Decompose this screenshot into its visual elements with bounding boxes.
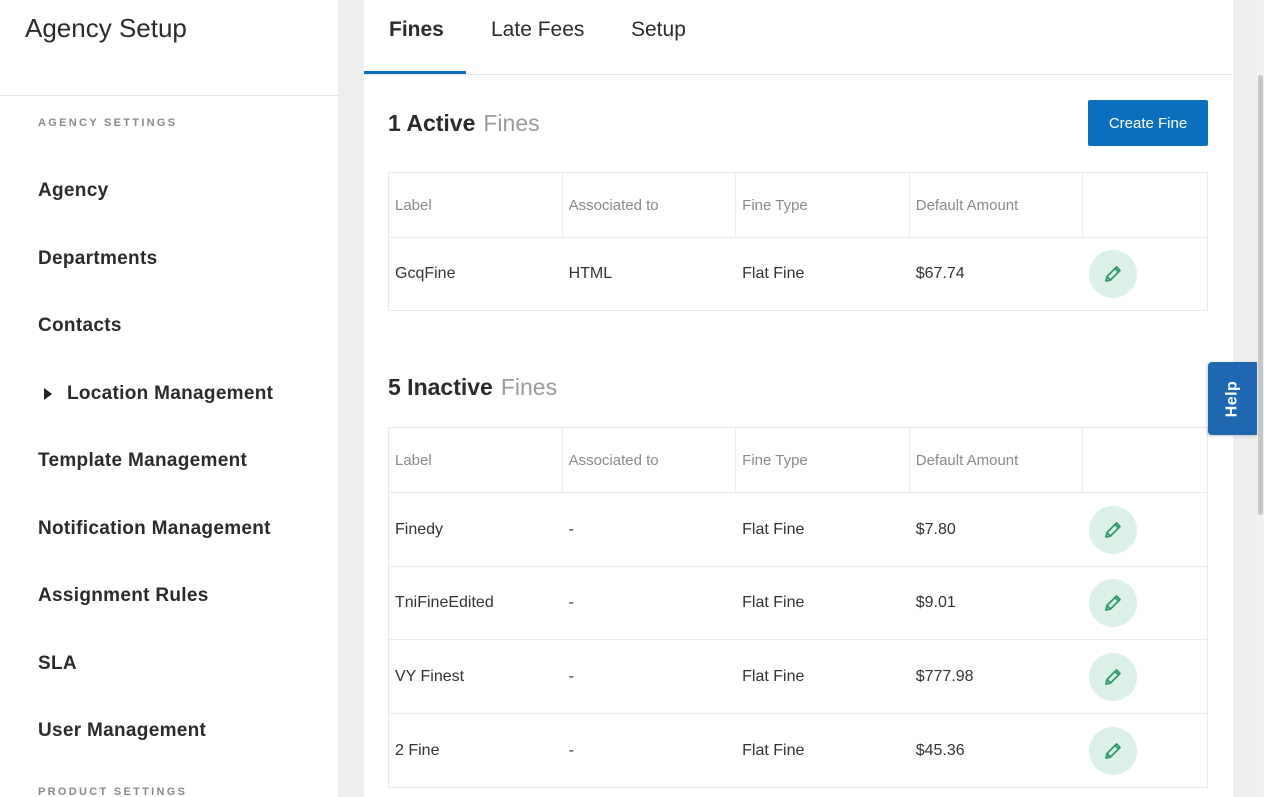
edit-button[interactable] — [1089, 505, 1138, 554]
cell-fine-type: Flat Fine — [742, 520, 805, 538]
cell-label: TniFineEdited — [395, 594, 494, 611]
sidebar-item-label: Location Management — [67, 383, 274, 404]
column-header-associated: Associated to — [563, 428, 737, 492]
column-header-label: Label — [389, 173, 563, 237]
page-scrollbar-thumb[interactable] — [1258, 75, 1263, 515]
cell-default-amount: $9.01 — [915, 594, 956, 611]
cell-fine-type: Flat Fine — [742, 741, 805, 759]
table-header-row: Label Associated to Fine Type Default Am… — [389, 173, 1207, 238]
cell-fine-type: Flat Fine — [742, 667, 805, 685]
column-header-label: Label — [389, 428, 563, 492]
cell-actions — [1083, 640, 1207, 713]
sidebar-divider — [0, 95, 338, 96]
table-row: VY Finest - Flat Fine $777.98 — [389, 640, 1207, 714]
inactive-fines-heading: 5 Inactive Fines — [388, 374, 557, 401]
active-fines-table: Label Associated to Fine Type Default Am… — [388, 172, 1208, 311]
column-header-fine-type: Fine Type — [736, 173, 910, 237]
sidebar-item-label: Departments — [38, 248, 158, 269]
cell-label: 2 Fine — [395, 741, 440, 759]
section-label-product-settings: PRODUCT SETTINGS — [38, 786, 188, 797]
active-tab-indicator — [364, 71, 466, 74]
sidebar-item-template-management[interactable]: Template Management — [38, 450, 247, 472]
sidebar-item-label: SLA — [38, 653, 77, 674]
cell-actions — [1083, 714, 1207, 787]
sidebar-item-notification-management[interactable]: Notification Management — [38, 518, 271, 540]
sidebar-title: Agency Setup — [25, 13, 187, 43]
caret-right-icon[interactable] — [44, 388, 52, 400]
inactive-count: 5 Inactive — [388, 374, 493, 400]
pencil-icon — [1105, 595, 1122, 611]
column-header-associated: Associated to — [563, 173, 737, 237]
column-header-actions — [1083, 428, 1207, 492]
table-header-row: Label Associated to Fine Type Default Am… — [389, 428, 1207, 493]
pencil-icon — [1105, 668, 1122, 685]
cell-actions — [1083, 493, 1207, 566]
cell-default-amount: $777.98 — [915, 667, 974, 685]
cell-default-amount: $67.74 — [915, 265, 965, 282]
column-header-default-amount: Default Amount — [910, 428, 1084, 492]
cell-actions — [1083, 567, 1207, 639]
sidebar-item-contacts[interactable]: Contacts — [38, 315, 122, 337]
cell-label: VY Finest — [395, 667, 465, 685]
cell-fine-type: Flat Fine — [742, 265, 805, 282]
table-row: GcqFine HTML Flat Fine $67.74 — [389, 238, 1207, 310]
pencil-icon — [1105, 266, 1122, 282]
inactive-suffix: Fines — [500, 374, 558, 400]
help-label: Help — [1223, 380, 1241, 417]
active-count: 1 Active — [388, 110, 476, 136]
sidebar-item-assignment-rules[interactable]: Assignment Rules — [38, 585, 209, 607]
pencil-icon — [1105, 521, 1122, 538]
sidebar: Agency Setup AGENCY SETTINGS Agency Depa… — [0, 0, 338, 797]
cell-label: GcqFine — [395, 265, 456, 282]
cell-associated: - — [568, 594, 574, 611]
tab-bar: Fines Late Fees Setup — [364, 0, 1233, 75]
edit-button[interactable] — [1089, 652, 1138, 701]
cell-label: Finedy — [395, 520, 444, 538]
cell-associated: - — [568, 667, 574, 685]
help-button[interactable]: Help — [1208, 362, 1257, 435]
tab-fines[interactable]: Fines — [389, 18, 444, 42]
sidebar-item-label: Notification Management — [38, 518, 271, 539]
edit-button[interactable] — [1089, 579, 1138, 627]
tab-setup[interactable]: Setup — [631, 18, 686, 42]
active-fines-heading: 1 Active Fines — [388, 110, 540, 137]
inactive-fines-table: Label Associated to Fine Type Default Am… — [388, 427, 1208, 788]
table-row: TniFineEdited - Flat Fine $9.01 — [389, 567, 1207, 640]
column-header-default-amount: Default Amount — [910, 173, 1084, 237]
edit-button[interactable] — [1089, 250, 1138, 298]
cell-default-amount: $45.36 — [915, 741, 965, 759]
active-suffix: Fines — [483, 110, 540, 136]
cell-associated: HTML — [568, 265, 613, 282]
column-header-fine-type: Fine Type — [736, 428, 910, 492]
cell-associated: - — [568, 520, 574, 538]
sidebar-item-label: User Management — [38, 720, 207, 741]
pencil-icon — [1105, 742, 1122, 759]
create-fine-button[interactable]: Create Fine — [1088, 100, 1208, 146]
edit-button[interactable] — [1089, 726, 1138, 775]
cell-fine-type: Flat Fine — [742, 594, 805, 611]
sidebar-item-label: Agency — [38, 180, 109, 201]
sidebar-item-agency[interactable]: Agency — [38, 180, 108, 202]
column-header-actions — [1083, 173, 1207, 237]
table-row: Finedy - Flat Fine $7.80 — [389, 493, 1207, 567]
main-panel: Fines Late Fees Setup 1 Active Fines Crea… — [364, 0, 1233, 797]
sidebar-item-departments[interactable]: Departments — [38, 248, 157, 270]
cell-actions — [1083, 238, 1207, 310]
sidebar-item-label: Assignment Rules — [38, 585, 209, 606]
tab-late-fees[interactable]: Late Fees — [491, 18, 584, 42]
sidebar-item-location-management[interactable]: Location Management — [38, 383, 273, 405]
sidebar-item-sla[interactable]: SLA — [38, 653, 77, 675]
section-label-agency-settings: AGENCY SETTINGS — [38, 117, 178, 129]
cell-associated: - — [568, 741, 574, 759]
sidebar-item-label: Template Management — [38, 450, 248, 471]
sidebar-item-label: Contacts — [38, 315, 122, 336]
table-row: 2 Fine - Flat Fine $45.36 — [389, 714, 1207, 787]
sidebar-item-user-management[interactable]: User Management — [38, 720, 206, 742]
cell-default-amount: $7.80 — [915, 520, 956, 538]
